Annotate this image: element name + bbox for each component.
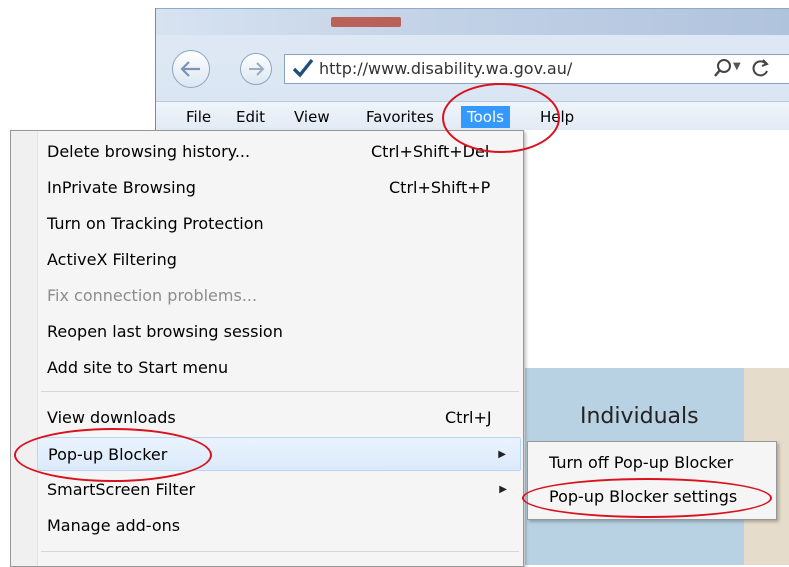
menu-item-label: Fix connection problems... xyxy=(47,286,258,305)
menu-edit[interactable]: Edit xyxy=(230,106,271,128)
back-button[interactable] xyxy=(172,50,210,88)
menu-item-manage-addons[interactable]: Manage add-ons xyxy=(37,509,521,543)
menu-item-label: InPrivate Browsing xyxy=(47,178,196,197)
menu-item-activex-filtering[interactable]: ActiveX Filtering xyxy=(37,243,521,277)
menu-item-delete-browsing-history[interactable]: Delete browsing history... Ctrl+Shift+De… xyxy=(37,135,521,169)
search-icon[interactable] xyxy=(713,58,733,78)
menu-item-inprivate-browsing[interactable]: InPrivate Browsing Ctrl+Shift+P xyxy=(37,171,521,205)
forward-arrow-icon xyxy=(249,62,265,76)
menu-item-fix-connection: Fix connection problems... xyxy=(37,279,521,313)
menu-item-tracking-protection[interactable]: Turn on Tracking Protection xyxy=(37,207,521,241)
menu-separator xyxy=(41,551,519,552)
menu-file[interactable]: File xyxy=(180,106,217,128)
menu-item-shortcut: Ctrl+J xyxy=(445,408,492,427)
annotation-circle-popup-blocker xyxy=(14,428,212,482)
title-bar xyxy=(156,9,789,35)
menu-separator xyxy=(41,391,519,392)
submenu-item-label: Turn off Pop-up Blocker xyxy=(549,453,734,472)
address-bar[interactable]: http://www.disability.wa.gov.au/ ▼ xyxy=(284,54,789,84)
forward-button[interactable] xyxy=(240,53,272,85)
check-icon xyxy=(292,58,314,78)
annotation-circle-tools xyxy=(442,83,560,153)
url-text[interactable]: http://www.disability.wa.gov.au/ xyxy=(319,59,572,78)
menu-view[interactable]: View xyxy=(288,106,336,128)
title-bar-tab xyxy=(331,17,401,27)
tools-menu: Delete browsing history... Ctrl+Shift+De… xyxy=(10,130,524,567)
submenu-arrow-icon: ▶ xyxy=(498,449,506,460)
submenu-item-turn-off-popup-blocker[interactable]: Turn off Pop-up Blocker xyxy=(531,446,771,480)
menu-item-reopen-session[interactable]: Reopen last browsing session xyxy=(37,315,521,349)
menu-item-label: ActiveX Filtering xyxy=(47,250,177,269)
menu-item-label: Delete browsing history... xyxy=(47,142,251,161)
annotation-circle-popup-settings xyxy=(522,478,772,518)
menu-favorites[interactable]: Favorites xyxy=(360,106,440,128)
menu-item-add-to-start[interactable]: Add site to Start menu xyxy=(37,351,521,385)
page-nav-individuals[interactable]: Individuals xyxy=(580,404,699,429)
back-arrow-icon xyxy=(180,61,200,77)
menu-item-label: Manage add-ons xyxy=(47,516,181,535)
menu-gutter xyxy=(11,131,38,566)
menu-item-label: Reopen last browsing session xyxy=(47,322,283,341)
menu-item-label: Turn on Tracking Protection xyxy=(47,214,264,233)
search-dropdown-icon[interactable]: ▼ xyxy=(733,61,741,72)
submenu-arrow-icon: ▶ xyxy=(499,484,507,495)
refresh-icon[interactable] xyxy=(751,58,771,78)
menu-item-label: Add site to Start menu xyxy=(47,358,229,377)
menu-item-shortcut: Ctrl+Shift+P xyxy=(389,178,491,197)
